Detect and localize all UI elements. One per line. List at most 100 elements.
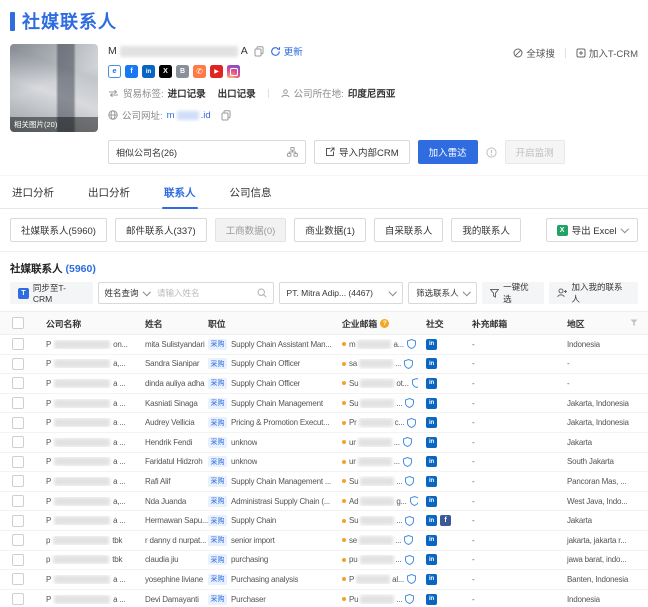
copy-icon[interactable] xyxy=(221,109,231,121)
linkedin-icon[interactable]: in xyxy=(426,436,437,448)
social-cell: in f xyxy=(418,534,464,546)
name-query-dropdown[interactable]: 姓名查询 xyxy=(105,287,151,299)
linkedin-icon[interactable]: in xyxy=(426,475,437,487)
email-verify-icon[interactable] xyxy=(406,339,416,350)
linkedin-icon[interactable]: in xyxy=(426,338,437,350)
row-checkbox[interactable] xyxy=(12,495,24,508)
linkedin-icon[interactable]: in xyxy=(426,358,437,370)
subtab-self-collected[interactable]: 自采联系人 xyxy=(373,218,444,242)
import-internal-crm-button[interactable]: 导入内部CRM xyxy=(314,140,410,164)
email-verify-icon[interactable] xyxy=(404,554,414,565)
select-all-checkbox[interactable] xyxy=(12,317,24,329)
subtab-email-contacts[interactable]: 邮件联系人(337) xyxy=(114,218,207,242)
email-verify-icon[interactable] xyxy=(405,398,415,409)
linkedin-icon[interactable]: in xyxy=(426,593,437,605)
linkedin-icon[interactable]: in xyxy=(142,65,155,78)
email-verify-icon[interactable] xyxy=(407,574,417,585)
facebook-icon[interactable]: f xyxy=(125,65,138,78)
row-checkbox[interactable] xyxy=(12,455,24,468)
row-checkbox[interactable] xyxy=(12,397,24,410)
export-records-link[interactable]: 出口记录 xyxy=(218,86,256,100)
filter-icon[interactable] xyxy=(630,319,638,327)
instagram-icon[interactable] xyxy=(227,65,240,78)
email-verify-icon[interactable] xyxy=(405,594,415,605)
email-verify-icon[interactable] xyxy=(404,535,414,546)
help-icon[interactable]: ? xyxy=(380,318,390,328)
linkedin-icon[interactable]: in xyxy=(426,515,437,527)
company-cell: P a,... xyxy=(46,496,126,506)
quick-select-button[interactable]: 一键优选 xyxy=(482,282,545,304)
redacted-company xyxy=(54,437,111,447)
row-checkbox[interactable] xyxy=(12,573,24,586)
subtab-commercial-data[interactable]: 商业数据(1) xyxy=(294,218,366,242)
global-search-button[interactable]: 全球搜 xyxy=(513,46,555,60)
add-to-my-contacts-button[interactable]: 加入我的联系人 xyxy=(549,282,638,304)
linkedin-icon[interactable]: in xyxy=(426,495,437,507)
position-cell: 采购 unknow xyxy=(200,436,334,448)
contacts-icon[interactable]: B xyxy=(176,65,189,78)
linkedin-icon[interactable]: in xyxy=(426,456,437,468)
photo-caption[interactable]: 相关图片(20) xyxy=(10,117,98,132)
email-cell: Su ... xyxy=(334,515,418,526)
search-icon[interactable] xyxy=(257,288,267,298)
subtab-my-contacts[interactable]: 我的联系人 xyxy=(451,218,521,242)
info-icon[interactable] xyxy=(486,146,497,158)
email-verify-icon[interactable] xyxy=(404,358,414,369)
website-link[interactable]: m .id xyxy=(167,110,211,121)
start-monitor-button[interactable]: 开启监测 xyxy=(504,140,565,164)
row-checkbox[interactable] xyxy=(12,357,24,370)
website-icon[interactable]: e xyxy=(108,65,121,78)
dept-tag: 采购 xyxy=(208,534,227,546)
sync-tcrm-button[interactable]: T 同步至T-CRM xyxy=(10,282,93,304)
filter-contacts-select[interactable]: 筛选联系人 xyxy=(408,282,478,304)
refresh-button[interactable]: 更新 xyxy=(270,44,303,58)
phone-icon[interactable]: ✆ xyxy=(193,65,206,78)
linkedin-icon[interactable]: in xyxy=(426,554,437,566)
table-row: P a ... Hendrik Fendi 采购 unknow ur ... i… xyxy=(0,433,648,453)
linkedin-icon[interactable]: in xyxy=(426,397,437,409)
row-checkbox[interactable] xyxy=(12,534,24,547)
linkedin-icon[interactable]: in xyxy=(426,377,437,389)
row-checkbox[interactable] xyxy=(12,553,24,566)
company-filter-select[interactable]: PT. Mitra Adip... (4467) xyxy=(278,282,404,304)
email-verify-icon[interactable] xyxy=(402,437,412,448)
linkedin-icon[interactable]: in xyxy=(426,573,437,585)
row-checkbox[interactable] xyxy=(12,475,24,488)
subtab-business-registry[interactable]: 工商数据(0) xyxy=(214,218,287,242)
email-cell: ur ... xyxy=(334,437,418,448)
linkedin-icon[interactable]: in xyxy=(426,417,437,429)
name-search-input[interactable] xyxy=(155,287,257,299)
row-checkbox[interactable] xyxy=(12,377,24,390)
join-tcrm-button[interactable]: 加入T-CRM xyxy=(576,46,638,60)
row-checkbox[interactable] xyxy=(12,593,24,606)
tab-import-analysis[interactable]: 进口分析 xyxy=(10,176,56,208)
company-cell: P a ... xyxy=(46,594,126,604)
region-cell: West Java, Indo... xyxy=(567,496,628,506)
linkedin-icon[interactable]: in xyxy=(426,534,437,546)
table-row: P a ... yosephine liviane 采购 Purchasing … xyxy=(0,570,648,590)
tab-contacts[interactable]: 联系人 xyxy=(162,176,198,209)
tab-export-analysis[interactable]: 出口分析 xyxy=(86,176,132,208)
row-checkbox[interactable] xyxy=(12,514,24,527)
copy-icon[interactable] xyxy=(254,45,264,57)
tab-company-info[interactable]: 公司信息 xyxy=(228,176,274,208)
youtube-icon[interactable]: ▶ xyxy=(210,65,223,78)
similar-companies-input[interactable]: 相似公司名(26) xyxy=(108,140,306,164)
position-cell: 采购 Supply Chain Officer xyxy=(200,377,334,389)
facebook-icon[interactable]: f xyxy=(440,515,451,527)
email-verify-icon[interactable] xyxy=(402,456,412,467)
table-row: p tbk claudia jiu 采购 purchasing pu ... i… xyxy=(0,551,648,571)
export-excel-button[interactable]: X 导出 Excel xyxy=(545,218,638,242)
row-checkbox[interactable] xyxy=(12,338,24,351)
x-twitter-icon[interactable]: X xyxy=(159,65,172,78)
company-photo[interactable]: 相关图片(20) xyxy=(10,44,98,132)
import-records-link[interactable]: 进口记录 xyxy=(168,86,206,100)
email-verify-icon[interactable] xyxy=(405,515,415,526)
email-verify-icon[interactable] xyxy=(409,496,418,507)
join-radar-button[interactable]: 加入雷达 xyxy=(417,140,478,164)
subtab-social-contacts[interactable]: 社媒联系人(5960) xyxy=(10,218,107,242)
row-checkbox[interactable] xyxy=(12,416,24,429)
row-checkbox[interactable] xyxy=(12,436,24,449)
email-verify-icon[interactable] xyxy=(407,417,417,428)
email-verify-icon[interactable] xyxy=(405,476,415,487)
